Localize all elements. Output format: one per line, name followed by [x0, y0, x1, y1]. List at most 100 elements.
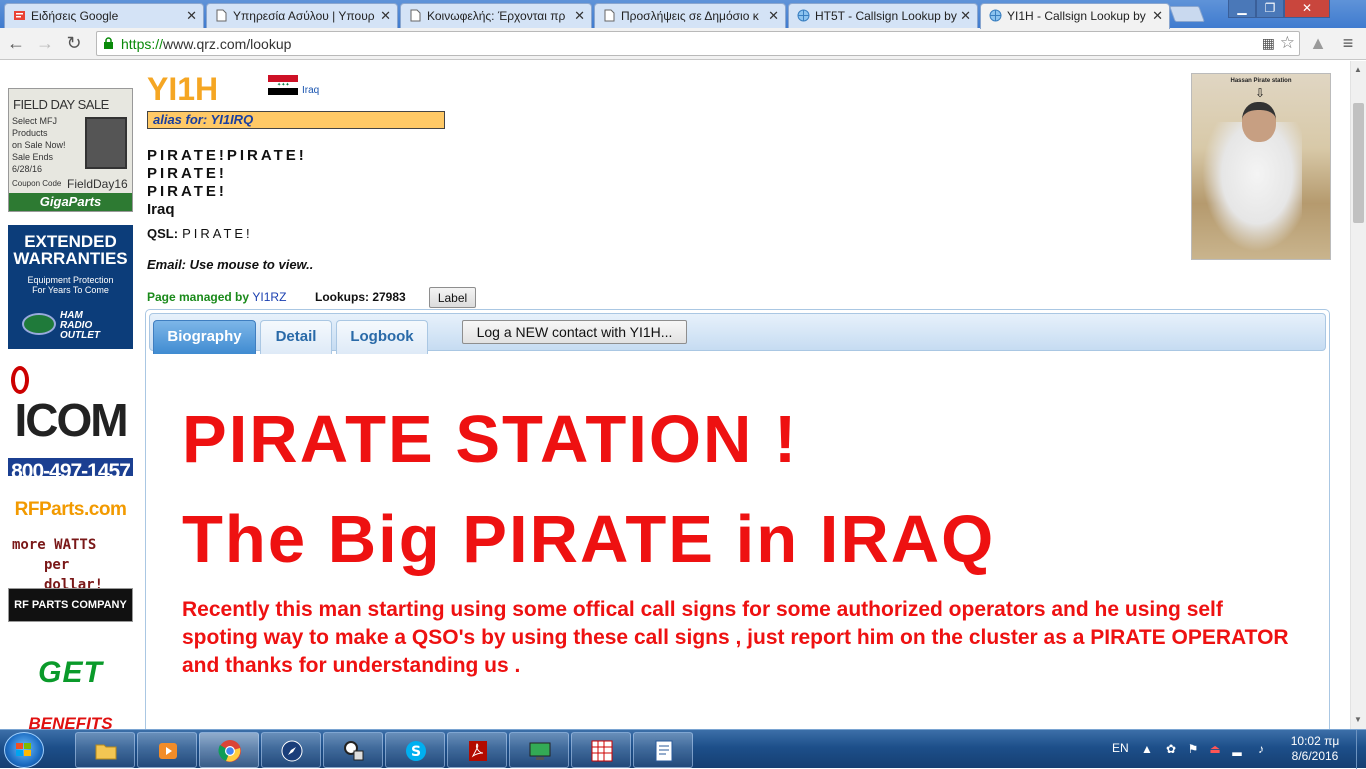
label-button[interactable]: Label [429, 287, 476, 308]
menu-icon[interactable]: ≡ [1336, 32, 1360, 56]
compass-icon [281, 740, 303, 762]
down-arrow-icon: ⇩ [1255, 86, 1266, 100]
photo-head [1242, 102, 1276, 142]
taskbar-chrome[interactable] [199, 732, 259, 768]
browser-tab-koinofelis[interactable]: Κοινωφελής: Έρχονται πρ ✕ [400, 3, 592, 28]
media-player-icon [159, 743, 177, 759]
extension-icon[interactable]: ▲ [1306, 32, 1330, 56]
folder-icon [95, 744, 117, 760]
coupon-code: FieldDay16 [67, 177, 128, 191]
taskbar-safari[interactable] [261, 732, 321, 768]
browser-tab-google-news[interactable]: Ειδήσεις Google ✕ [4, 3, 204, 28]
forward-icon[interactable]: → [33, 32, 57, 56]
scroll-up-icon[interactable]: ▲ [1354, 65, 1362, 74]
taskbar-media-player[interactable] [137, 732, 197, 768]
taskbar-document[interactable] [633, 732, 693, 768]
alias-box: alias for: YI1IRQ [147, 111, 445, 129]
show-desktop-button[interactable] [1356, 730, 1366, 769]
rfparts-badge: RF PARTS COMPANY [8, 588, 133, 622]
ham-radio-outlet-logo: HAM RADIO OUTLET [60, 310, 100, 341]
close-icon[interactable]: ✕ [380, 8, 391, 24]
address-line: PIRATE!PIRATE! [147, 147, 307, 164]
usb-icon[interactable]: ⏏ [1208, 742, 1222, 756]
address-country: Iraq [147, 201, 175, 218]
reload-icon[interactable]: ↻ [62, 32, 86, 56]
system-tray: EN ▲ ✿ ⚑ ⏏ ▂ ♪ 10:02 πμ 8/6/2016 [1100, 730, 1366, 769]
ad-rfparts[interactable]: RFParts.com more WATTS per dollar! RF PA… [8, 499, 133, 624]
minimize-button[interactable]: ▁ [1228, 0, 1256, 18]
grid-app-icon [591, 740, 613, 762]
log-new-contact-button[interactable]: Log a NEW contact with YI1H... [462, 320, 687, 344]
tab-detail[interactable]: Detail [260, 320, 332, 354]
chrome-icon [218, 740, 241, 762]
page-scrollbar[interactable]: ▲ ▼ [1350, 61, 1366, 729]
ad-subtitle: BENEFITS [28, 714, 113, 729]
taskbar-skype[interactable]: S [385, 732, 445, 768]
ad-text: Select MFJ Products on Sale Now! Sale En… [12, 116, 66, 174]
close-icon[interactable]: ✕ [960, 8, 971, 24]
url-text: https://www.qrz.com/lookup [121, 36, 292, 52]
iraq-flag-icon: ✦✦✦ [268, 75, 298, 95]
scroll-down-icon[interactable]: ▼ [1354, 715, 1362, 724]
page-icon [216, 9, 227, 22]
manager-link[interactable]: YI1RZ [252, 290, 286, 304]
rfparts-slogan: more WATTS per dollar! [12, 537, 104, 593]
browser-tab-proslipseis[interactable]: Προσλήψεις σε Δημόσιο κ ✕ [594, 3, 786, 28]
ad-extended-warranties[interactable]: EXTENDED WARRANTIES Equipment Protection F… [8, 225, 133, 349]
page-managed: Page managed by YI1RZ [147, 290, 287, 304]
ad-title: EXTENDED WARRANTIES [13, 232, 128, 268]
coupon-label: Coupon Code [12, 179, 62, 188]
email-reveal[interactable]: Email: Use mouse to view.. [147, 257, 313, 272]
ad-icom[interactable]: ICOM 800-497-1457 [8, 366, 133, 476]
close-icon[interactable]: ✕ [186, 8, 197, 24]
translate-icon[interactable]: ▦ [1262, 35, 1275, 52]
tab-biography[interactable]: Biography [153, 320, 256, 354]
windows-logo-icon [16, 743, 33, 758]
back-icon[interactable]: ← [4, 32, 28, 56]
photo-figure [1202, 122, 1302, 252]
lookups-count: Lookups: 27983 [315, 290, 406, 304]
page-icon [604, 9, 615, 22]
close-window-button[interactable]: ✕ [1284, 0, 1330, 18]
start-button[interactable] [4, 732, 44, 768]
tab-logbook[interactable]: Logbook [336, 320, 428, 354]
taskbar-explorer[interactable] [75, 732, 135, 768]
ad-get-benefits[interactable]: GET BENEFITS [8, 656, 133, 729]
network-signal-icon[interactable]: ▂ [1230, 742, 1244, 756]
lock-icon [104, 37, 113, 49]
volume-icon[interactable]: ♪ [1254, 742, 1268, 756]
taskbar-acrobat[interactable] [447, 732, 507, 768]
bio-paragraph: Recently this man starting using some of… [182, 598, 1289, 677]
language-indicator[interactable]: EN [1112, 741, 1129, 755]
ad-field-day-sale[interactable]: FIELD DAY SALE Select MFJ Products on Sa… [8, 88, 133, 212]
browser-tab-ht5t[interactable]: HT5T - Callsign Lookup by ✕ [788, 3, 978, 28]
close-icon[interactable]: ✕ [574, 8, 585, 24]
taskbar-utility[interactable] [323, 732, 383, 768]
browser-tab-asylum[interactable]: Υπηρεσία Ασύλου | Υπουρ ✕ [206, 3, 398, 28]
browser-tab-title: YI1H - Callsign Lookup by [1007, 9, 1146, 23]
icom-phone: 800-497-1457 [8, 458, 133, 476]
country-link[interactable]: Iraq [302, 85, 319, 96]
tray-expand-icon[interactable]: ▲ [1140, 742, 1154, 756]
close-icon[interactable]: ✕ [1152, 8, 1163, 24]
scrollbar-thumb[interactable] [1353, 103, 1364, 223]
tray-app-icon[interactable]: ✿ [1164, 742, 1178, 756]
action-center-flag-icon[interactable]: ⚑ [1186, 742, 1200, 756]
icom-ring-icon [11, 366, 29, 394]
callsign-title: YI1H [147, 71, 219, 107]
page-icon [410, 9, 421, 22]
operator-photo[interactable]: Hassan Pirate station ⇩ [1191, 73, 1331, 260]
restore-button[interactable]: ❐ [1256, 0, 1284, 18]
bookmark-star-icon[interactable]: ☆ [1280, 33, 1295, 53]
browser-tab-yi1h[interactable]: YI1H - Callsign Lookup by ✕ [980, 3, 1170, 29]
ad-title: FIELD DAY SALE [13, 97, 109, 112]
address-bar[interactable]: https://www.qrz.com/lookup ▦ ☆ [96, 31, 1300, 56]
taskbar-monitor-app[interactable] [509, 732, 569, 768]
browser-tab-title: Υπηρεσία Ασύλου | Υπουρ [233, 9, 375, 23]
clock[interactable]: 10:02 πμ 8/6/2016 [1280, 734, 1350, 764]
radio-product-image [85, 117, 127, 169]
new-tab-button[interactable] [1169, 6, 1205, 22]
close-icon[interactable]: ✕ [768, 8, 779, 24]
icom-logo: ICOM [14, 394, 128, 446]
taskbar-logger[interactable] [571, 732, 631, 768]
